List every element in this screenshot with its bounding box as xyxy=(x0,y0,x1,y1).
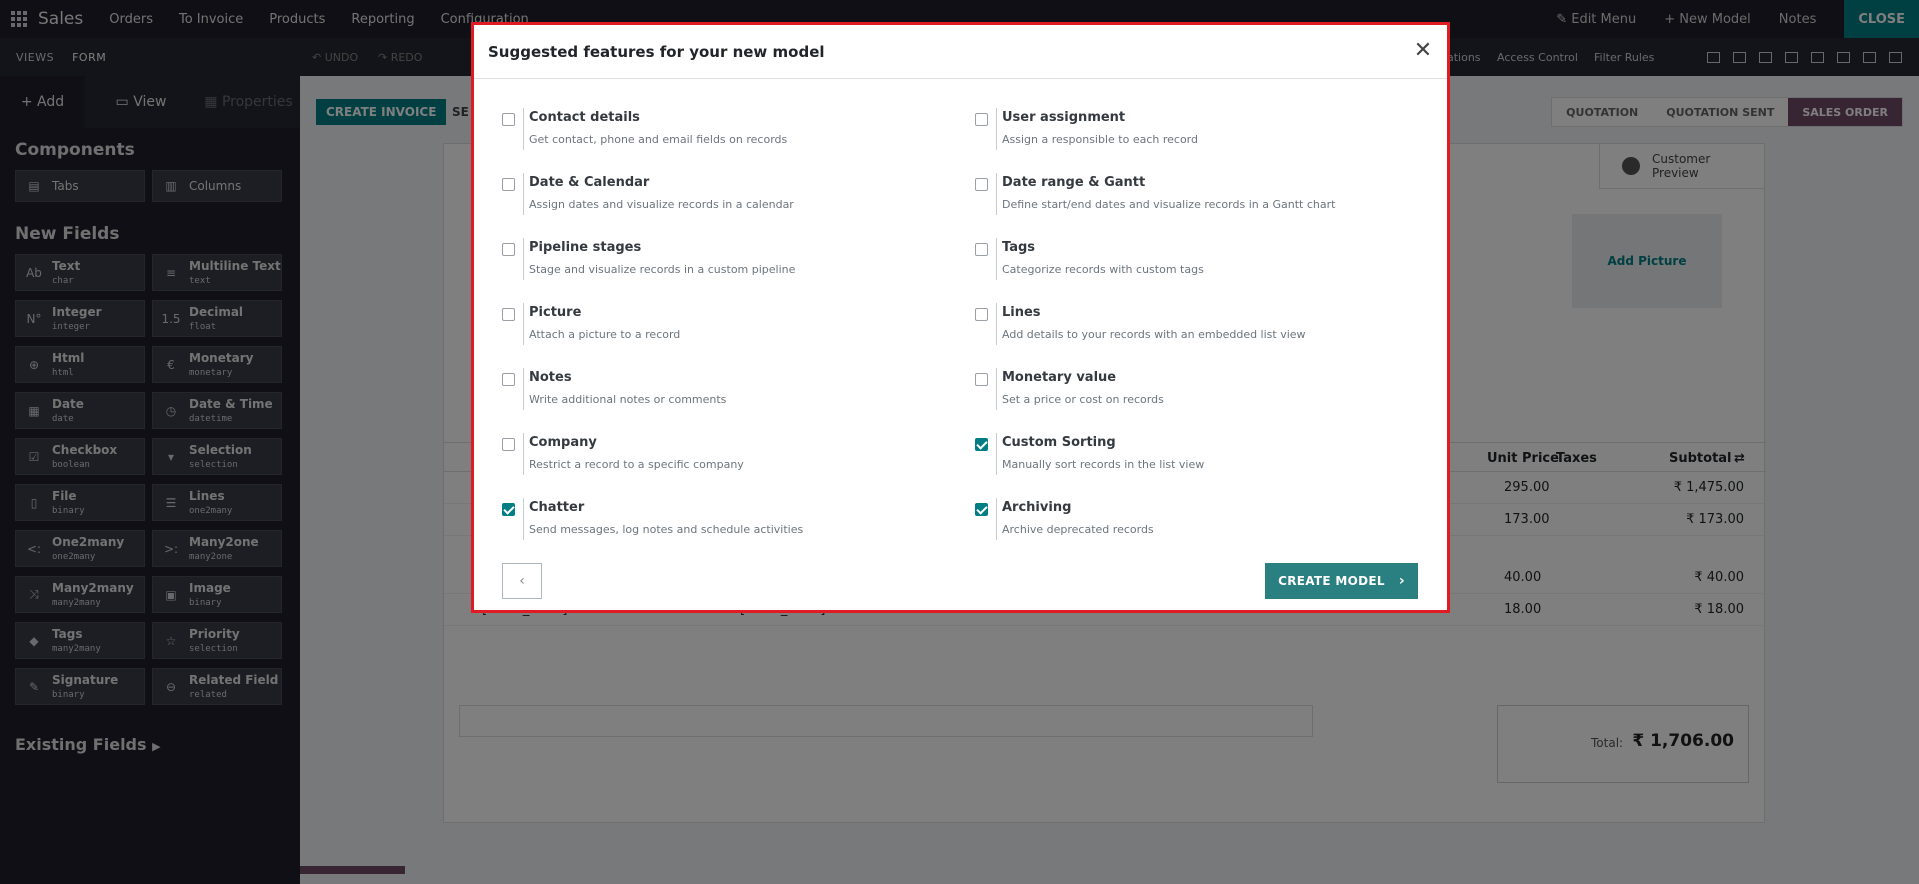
feature-checkbox[interactable] xyxy=(975,243,988,256)
feature-title: Notes xyxy=(529,370,572,385)
feature-pipeline-stages[interactable]: Pipeline stages Stage and visualize recor… xyxy=(502,238,942,291)
dialog-title: Suggested features for your new model xyxy=(488,42,825,61)
feature-company[interactable]: Company Restrict a record to a specific c… xyxy=(502,433,942,486)
feature-checkbox[interactable] xyxy=(502,113,515,126)
feature-date-calendar[interactable]: Date & Calendar Assign dates and visualiz… xyxy=(502,173,942,226)
feature-title: Lines xyxy=(1002,305,1041,320)
chevron-left-icon: ‹ xyxy=(519,573,525,589)
close-icon[interactable]: ✕ xyxy=(1411,38,1435,63)
feature-checkbox[interactable] xyxy=(502,243,515,256)
feature-description: Stage and visualize records in a custom … xyxy=(529,263,796,276)
feature-checkbox[interactable] xyxy=(502,308,515,321)
feature-title: Date range & Gantt xyxy=(1002,175,1146,190)
feature-title: Picture xyxy=(529,305,582,320)
feature-title: Monetary value xyxy=(1002,370,1117,385)
feature-checkbox[interactable] xyxy=(975,113,988,126)
suggested-features-dialog: Suggested features for your new model ✕ … xyxy=(471,22,1450,613)
feature-archiving[interactable]: Archiving Archive deprecated records xyxy=(975,498,1415,551)
feature-title: User assignment xyxy=(1002,110,1126,125)
feature-description: Attach a picture to a record xyxy=(529,328,681,341)
feature-description: Send messages, log notes and schedule ac… xyxy=(529,523,804,536)
feature-picture[interactable]: Picture Attach a picture to a record xyxy=(502,303,942,356)
feature-title: Archiving xyxy=(1002,500,1072,515)
feature-title: Date & Calendar xyxy=(529,175,650,190)
feature-date-range-gantt[interactable]: Date range & Gantt Define start/end dates… xyxy=(975,173,1415,226)
feature-monetary-value[interactable]: Monetary value Set a price or cost on rec… xyxy=(975,368,1415,421)
feature-description: Restrict a record to a specific company xyxy=(529,458,744,471)
feature-checkbox[interactable] xyxy=(975,178,988,191)
feature-custom-sorting[interactable]: Custom Sorting Manually sort records in t… xyxy=(975,433,1415,486)
feature-description: Add details to your records with an embe… xyxy=(1002,328,1306,341)
feature-checkbox[interactable] xyxy=(975,308,988,321)
feature-checkbox[interactable] xyxy=(502,178,515,191)
feature-chatter[interactable]: Chatter Send messages, log notes and sche… xyxy=(502,498,942,551)
feature-description: Archive deprecated records xyxy=(1002,523,1154,536)
feature-description: Set a price or cost on records xyxy=(1002,393,1164,406)
feature-checkbox[interactable] xyxy=(502,438,515,451)
feature-checkbox[interactable] xyxy=(975,438,988,451)
feature-notes[interactable]: Notes Write additional notes or comments xyxy=(502,368,942,421)
feature-description: Assign a responsible to each record xyxy=(1002,133,1198,146)
feature-title: Company xyxy=(529,435,597,450)
feature-title: Pipeline stages xyxy=(529,240,642,255)
feature-description: Categorize records with custom tags xyxy=(1002,263,1204,276)
feature-checkbox[interactable] xyxy=(502,373,515,386)
feature-title: Tags xyxy=(1002,240,1036,255)
feature-title: Custom Sorting xyxy=(1002,435,1116,450)
dialog-header: Suggested features for your new model xyxy=(474,25,1447,79)
feature-title: Chatter xyxy=(529,500,585,515)
feature-contact-details[interactable]: Contact details Get contact, phone and em… xyxy=(502,108,942,161)
feature-checkbox[interactable] xyxy=(975,373,988,386)
create-model-button[interactable]: CREATE MODEL › xyxy=(1265,563,1418,599)
feature-checkbox[interactable] xyxy=(502,503,515,516)
feature-description: Get contact, phone and email fields on r… xyxy=(529,133,788,146)
feature-tags[interactable]: Tags Categorize records with custom tags xyxy=(975,238,1415,291)
chevron-right-icon: › xyxy=(1398,573,1405,589)
feature-checkbox[interactable] xyxy=(975,503,988,516)
feature-description: Manually sort records in the list view xyxy=(1002,458,1205,471)
feature-title: Contact details xyxy=(529,110,640,125)
feature-description: Write additional notes or comments xyxy=(529,393,727,406)
feature-user-assignment[interactable]: User assignment Assign a responsible to e… xyxy=(975,108,1415,161)
feature-description: Assign dates and visualize records in a … xyxy=(529,198,794,211)
back-button[interactable]: ‹ xyxy=(502,563,542,599)
feature-lines[interactable]: Lines Add details to your records with an… xyxy=(975,303,1415,356)
feature-description: Define start/end dates and visualize rec… xyxy=(1002,198,1336,211)
